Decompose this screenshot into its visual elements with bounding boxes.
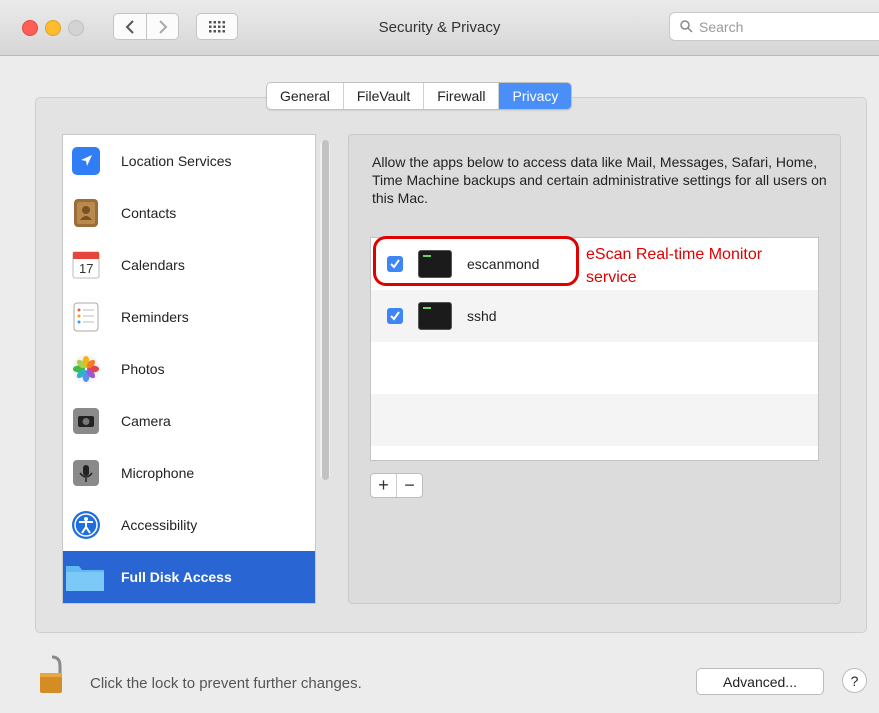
sidebar-item-camera[interactable]: Camera [63, 395, 315, 447]
terminal-icon [418, 302, 452, 330]
sidebar-scroll-thumb[interactable] [322, 140, 329, 480]
lock-icon[interactable] [38, 655, 66, 698]
search-placeholder: Search [699, 18, 744, 35]
sidebar-item-label: Accessibility [121, 517, 198, 533]
sidebar-item-accessibility[interactable]: Accessibility [63, 499, 315, 551]
privacy-category-list: Location Services Contacts 17 Calendars … [62, 134, 316, 604]
permission-description: Allow the apps below to access data like… [372, 154, 827, 206]
sidebar-item-label: Microphone [121, 465, 195, 481]
checkmark-icon [390, 311, 400, 321]
sidebar-item-location-services[interactable]: Location Services [63, 135, 315, 187]
reminders-list-icon [71, 302, 101, 332]
accessibility-icon [71, 510, 101, 540]
add-app-button[interactable]: + [371, 474, 397, 497]
lock-status-text: Click the lock to prevent further change… [90, 675, 362, 692]
sidebar-item-label: Contacts [121, 205, 177, 221]
help-button[interactable]: ? [842, 668, 867, 693]
folder-icon [65, 562, 105, 592]
sidebar-item-contacts[interactable]: Contacts [63, 187, 315, 239]
sidebar-item-label: Full Disk Access [121, 569, 232, 585]
sidebar-item-label: Photos [121, 361, 165, 377]
photos-flower-icon [71, 354, 101, 384]
annotation-line: service [586, 269, 637, 286]
search-field[interactable]: Search [669, 12, 879, 41]
microphone-icon [71, 458, 101, 488]
sidebar-item-reminders[interactable]: Reminders [63, 291, 315, 343]
tab-bar: General FileVault Firewall Privacy [266, 82, 573, 110]
app-name: sshd [467, 308, 497, 324]
annotation-highlight-box [373, 236, 579, 286]
sidebar-item-full-disk-access[interactable]: Full Disk Access [63, 551, 315, 603]
empty-row [371, 394, 818, 446]
title-bar: Security & Privacy Search [0, 0, 879, 56]
sidebar-item-photos[interactable]: Photos [63, 343, 315, 395]
calendar-date: 17 [79, 261, 94, 276]
calendar-icon: 17 [71, 250, 101, 280]
tab-privacy[interactable]: Privacy [499, 83, 572, 109]
location-arrow-icon [71, 146, 101, 176]
camera-icon [71, 406, 101, 436]
sidebar-item-label: Reminders [121, 309, 189, 325]
advanced-button[interactable]: Advanced... [696, 668, 824, 695]
sidebar-item-label: Location Services [121, 153, 232, 169]
tab-general[interactable]: General [267, 83, 344, 109]
annotation-line: eScan Real-time Monitor [586, 246, 763, 263]
tab-firewall[interactable]: Firewall [424, 83, 500, 109]
sidebar-item-microphone[interactable]: Microphone [63, 447, 315, 499]
sidebar-item-calendars[interactable]: 17 Calendars [63, 239, 315, 291]
search-icon [680, 20, 693, 33]
contacts-book-icon [71, 198, 101, 228]
add-remove-controls: + − [370, 473, 423, 498]
empty-row [371, 342, 818, 394]
sidebar-item-label: Camera [121, 413, 171, 429]
app-row-sshd[interactable]: sshd [371, 290, 818, 342]
app-checkbox-sshd[interactable] [387, 308, 403, 324]
remove-app-button[interactable]: − [397, 474, 422, 497]
sidebar-item-label: Calendars [121, 257, 185, 273]
annotation-text: eScan Real-time Monitor service [586, 243, 826, 289]
tab-filevault[interactable]: FileVault [344, 83, 425, 109]
